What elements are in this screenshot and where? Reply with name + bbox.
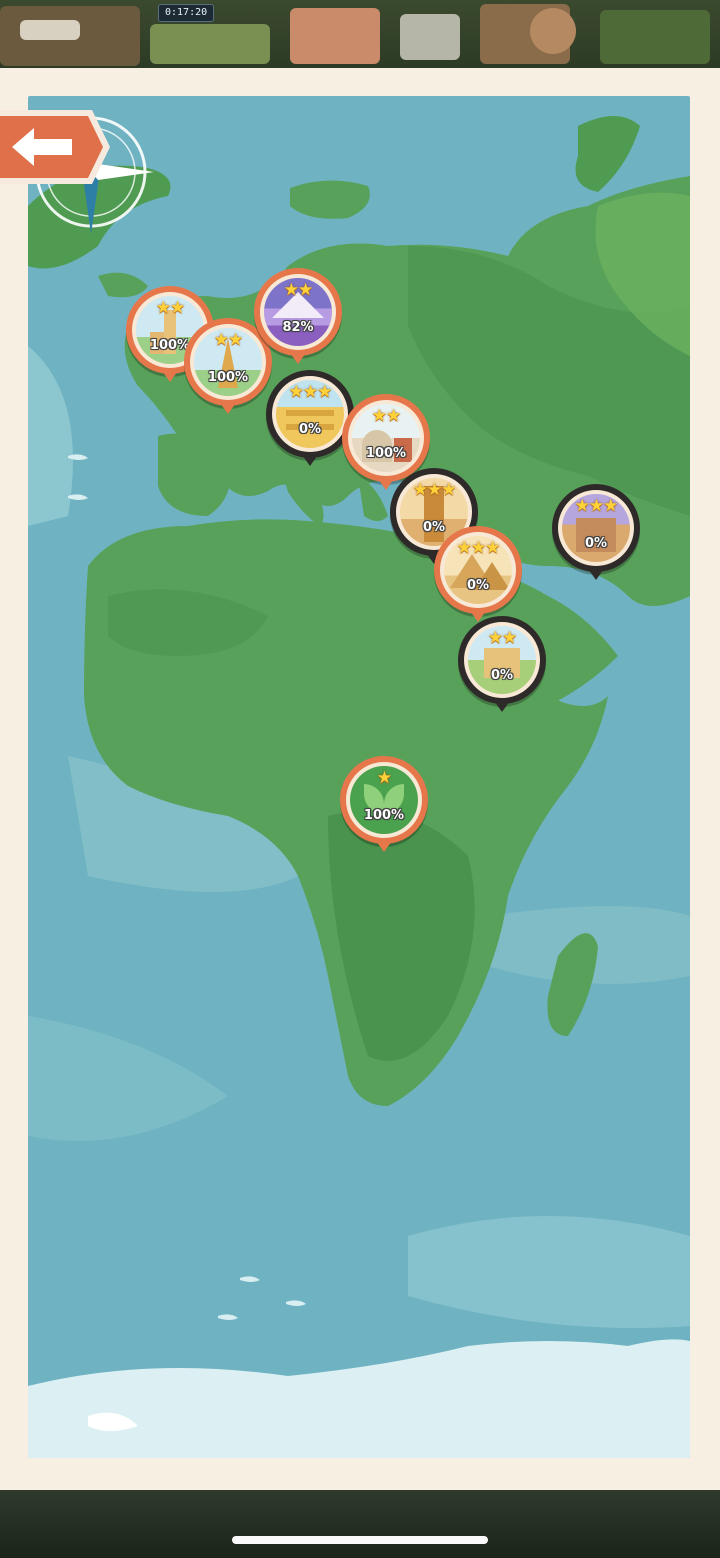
map-pin-giza[interactable]: ★★★ 0% <box>432 524 524 624</box>
background-game-scene-top: 0:17:20 <box>0 0 720 70</box>
back-arrow-icon <box>0 110 110 184</box>
map-pin-asia[interactable]: ★★★ 0% <box>550 482 642 582</box>
map-pin-desert[interactable]: ★★ 0% <box>456 614 548 714</box>
map-pin-alps[interactable]: ★★ 82% <box>252 266 344 366</box>
game-timer: 0:17:20 <box>158 4 215 22</box>
back-button[interactable] <box>0 106 112 188</box>
background-game-scene-bottom <box>0 1490 720 1558</box>
map-pin-jungle[interactable]: ★ 100% <box>338 754 430 854</box>
home-indicator[interactable] <box>232 1536 488 1544</box>
